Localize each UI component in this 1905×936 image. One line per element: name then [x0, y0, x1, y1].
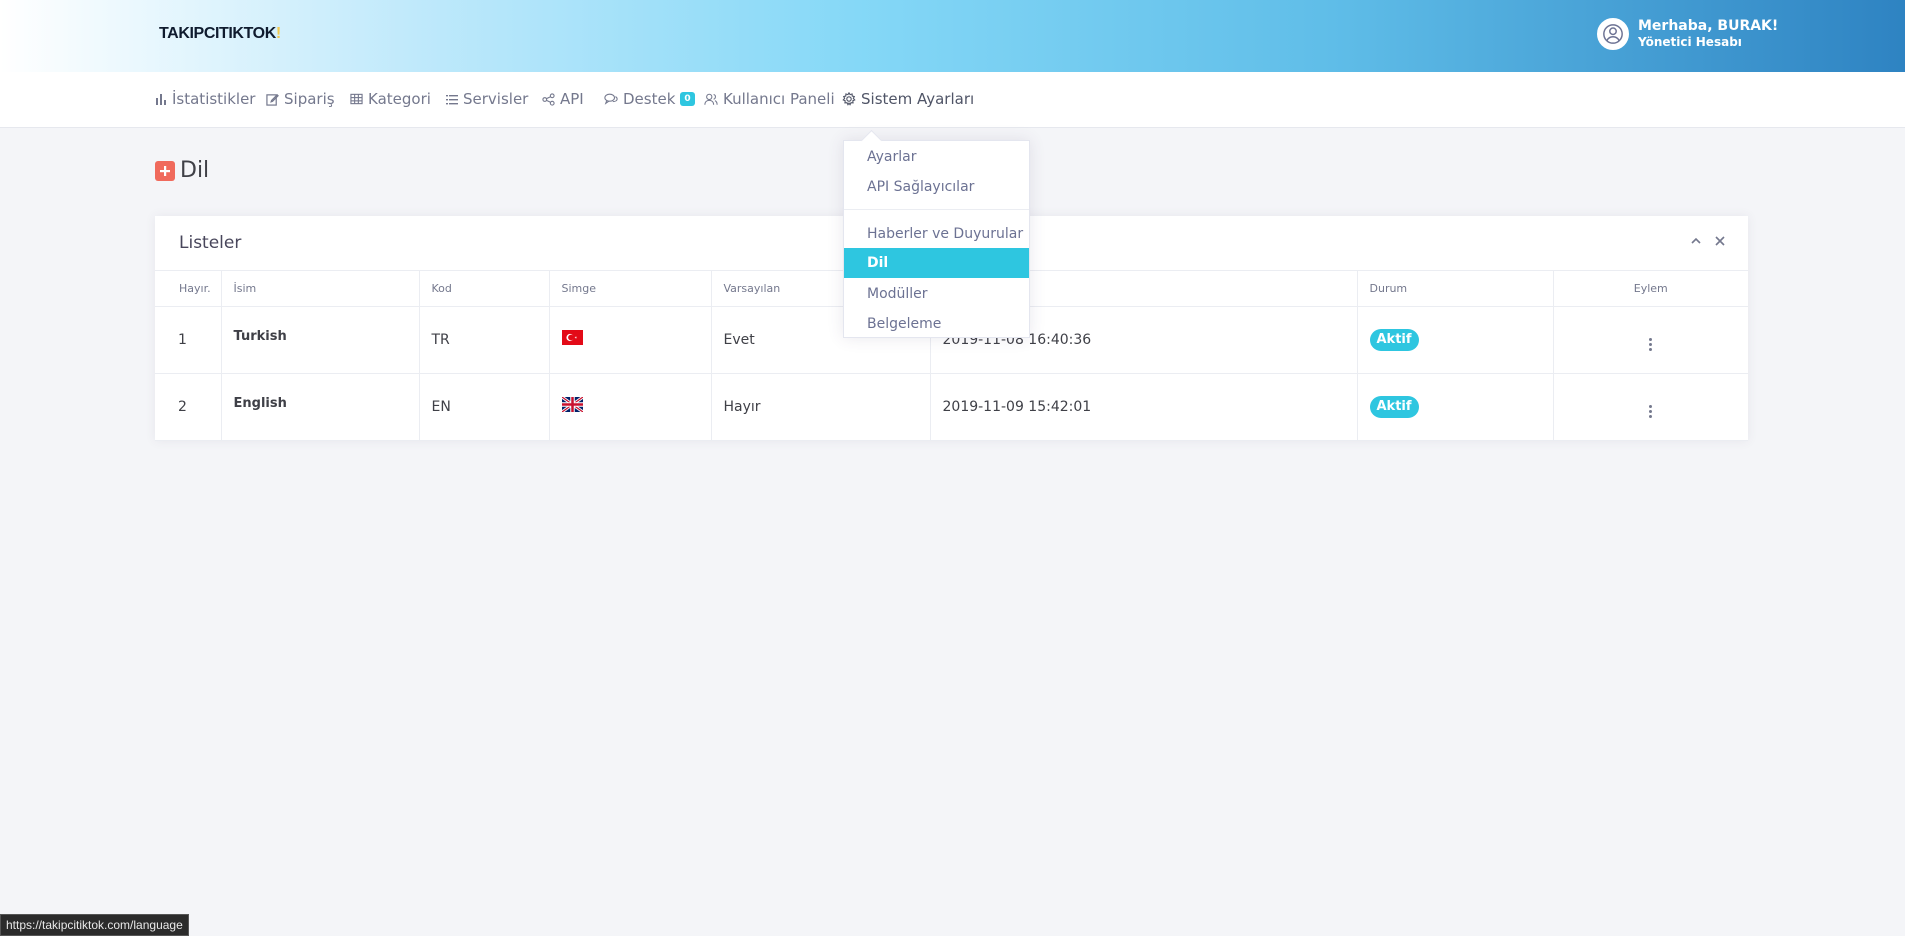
nav-item-category[interactable]: Kategori: [350, 90, 431, 108]
table-icon: [350, 93, 363, 105]
column-header[interactable]: İsim: [221, 271, 420, 307]
dropdown-divider: [844, 209, 1029, 210]
nav-item-services[interactable]: Servisler: [446, 90, 528, 108]
nav-item-statistics[interactable]: İstatistikler: [155, 90, 255, 108]
column-header[interactable]: Hayır.: [155, 271, 222, 307]
close-icon[interactable]: [1714, 235, 1726, 247]
dropdown-item-api-providers[interactable]: API Sağlayıcılar: [844, 172, 1029, 202]
nav-item-user-panel[interactable]: Kullanıcı Paneli: [704, 90, 835, 108]
edit-icon: [266, 93, 279, 106]
page-title-text: Dil: [180, 158, 210, 183]
language-flag-cell: [549, 306, 712, 374]
default-value: Hayır: [711, 373, 931, 441]
chevron-up-icon[interactable]: [1690, 235, 1702, 247]
support-count-badge: 0: [680, 92, 695, 106]
bar-chart-icon: [156, 94, 166, 105]
nav-label: API: [560, 90, 584, 108]
nav-item-system-settings[interactable]: Sistem Ayarları: [842, 90, 974, 108]
actions-cell: [1553, 373, 1748, 441]
nav-label: Sipariş: [284, 90, 335, 108]
language-name: Turkish: [221, 306, 420, 374]
uk-flag-icon: [560, 395, 584, 414]
status-badge: Aktif: [1369, 395, 1419, 418]
tr-flag-icon: [561, 330, 583, 345]
column-header[interactable]: Kod: [419, 271, 550, 307]
nav-item-api[interactable]: API: [542, 90, 584, 108]
language-code: TR: [419, 306, 550, 374]
more-actions-icon[interactable]: [1649, 337, 1653, 351]
nav-label: İstatistikler: [172, 90, 256, 108]
dropdown-item-documentation[interactable]: Belgeleme: [844, 309, 1029, 339]
dropdown-item-news[interactable]: Haberler ve Duyurular: [844, 219, 1029, 249]
users-icon: [704, 93, 718, 105]
column-header[interactable]: Durum: [1357, 271, 1554, 307]
created-date: 2019-11-09 15:42:01: [930, 373, 1358, 441]
nav-item-support[interactable]: Destek 0: [604, 90, 695, 108]
status-badge: Aktif: [1369, 328, 1419, 351]
user-menu[interactable]: Merhaba, BURAK! Yönetici Hesabı: [1597, 18, 1778, 50]
language-flag-cell: [549, 373, 712, 441]
column-header[interactable]: Simge: [549, 271, 712, 307]
row-number: 1: [155, 306, 222, 374]
list-icon: [446, 94, 458, 104]
dropdown-item-modules[interactable]: Modüller: [844, 279, 1029, 309]
plus-square-icon: [155, 160, 175, 181]
language-code: EN: [419, 373, 550, 441]
main-nav: İstatistikler Sipariş Kategori Servisler…: [0, 72, 1905, 128]
language-name: English: [221, 373, 420, 441]
share-icon: [542, 92, 555, 106]
nav-item-order[interactable]: Sipariş: [266, 90, 335, 108]
status-cell: Aktif: [1357, 306, 1554, 374]
nav-label: Destek: [623, 90, 676, 108]
system-settings-dropdown: Ayarlar API Sağlayıcılar Haberler ve Duy…: [843, 140, 1030, 338]
row-number: 2: [155, 373, 222, 441]
page-title: Dil: [155, 158, 209, 183]
site-logo[interactable]: TAKIPCITIKTOK!: [159, 25, 281, 43]
top-header: TAKIPCITIKTOK! Merhaba, BURAK! Yönetici …: [0, 0, 1905, 72]
logo-accent: !: [275, 25, 281, 42]
user-greeting: Merhaba, BURAK!: [1638, 18, 1779, 34]
nav-label: Servisler: [463, 90, 529, 108]
status-cell: Aktif: [1357, 373, 1554, 441]
actions-cell: [1553, 306, 1748, 374]
browser-status-bar: https://takipcitiktok.com/language: [0, 914, 189, 936]
nav-label: Kategori: [368, 90, 431, 108]
user-role: Yönetici Hesabı: [1638, 35, 1742, 49]
chat-icon: [604, 93, 618, 105]
card-title: Listeler: [179, 233, 242, 253]
dropdown-item-language[interactable]: Dil: [844, 248, 1029, 278]
column-header: Eylem: [1553, 271, 1748, 307]
user-avatar-icon: [1597, 18, 1629, 50]
logo-text: TAKIPCITIKTOK: [159, 25, 276, 42]
dropdown-item-settings[interactable]: Ayarlar: [844, 142, 1029, 172]
more-actions-icon[interactable]: [1649, 404, 1653, 418]
gear-icon: [842, 92, 856, 106]
nav-label: Kullanıcı Paneli: [723, 90, 835, 108]
nav-label: Sistem Ayarları: [861, 90, 975, 108]
table-row: 2 English EN Hayır 2019-11-09 15:42:01 A…: [155, 373, 1748, 441]
